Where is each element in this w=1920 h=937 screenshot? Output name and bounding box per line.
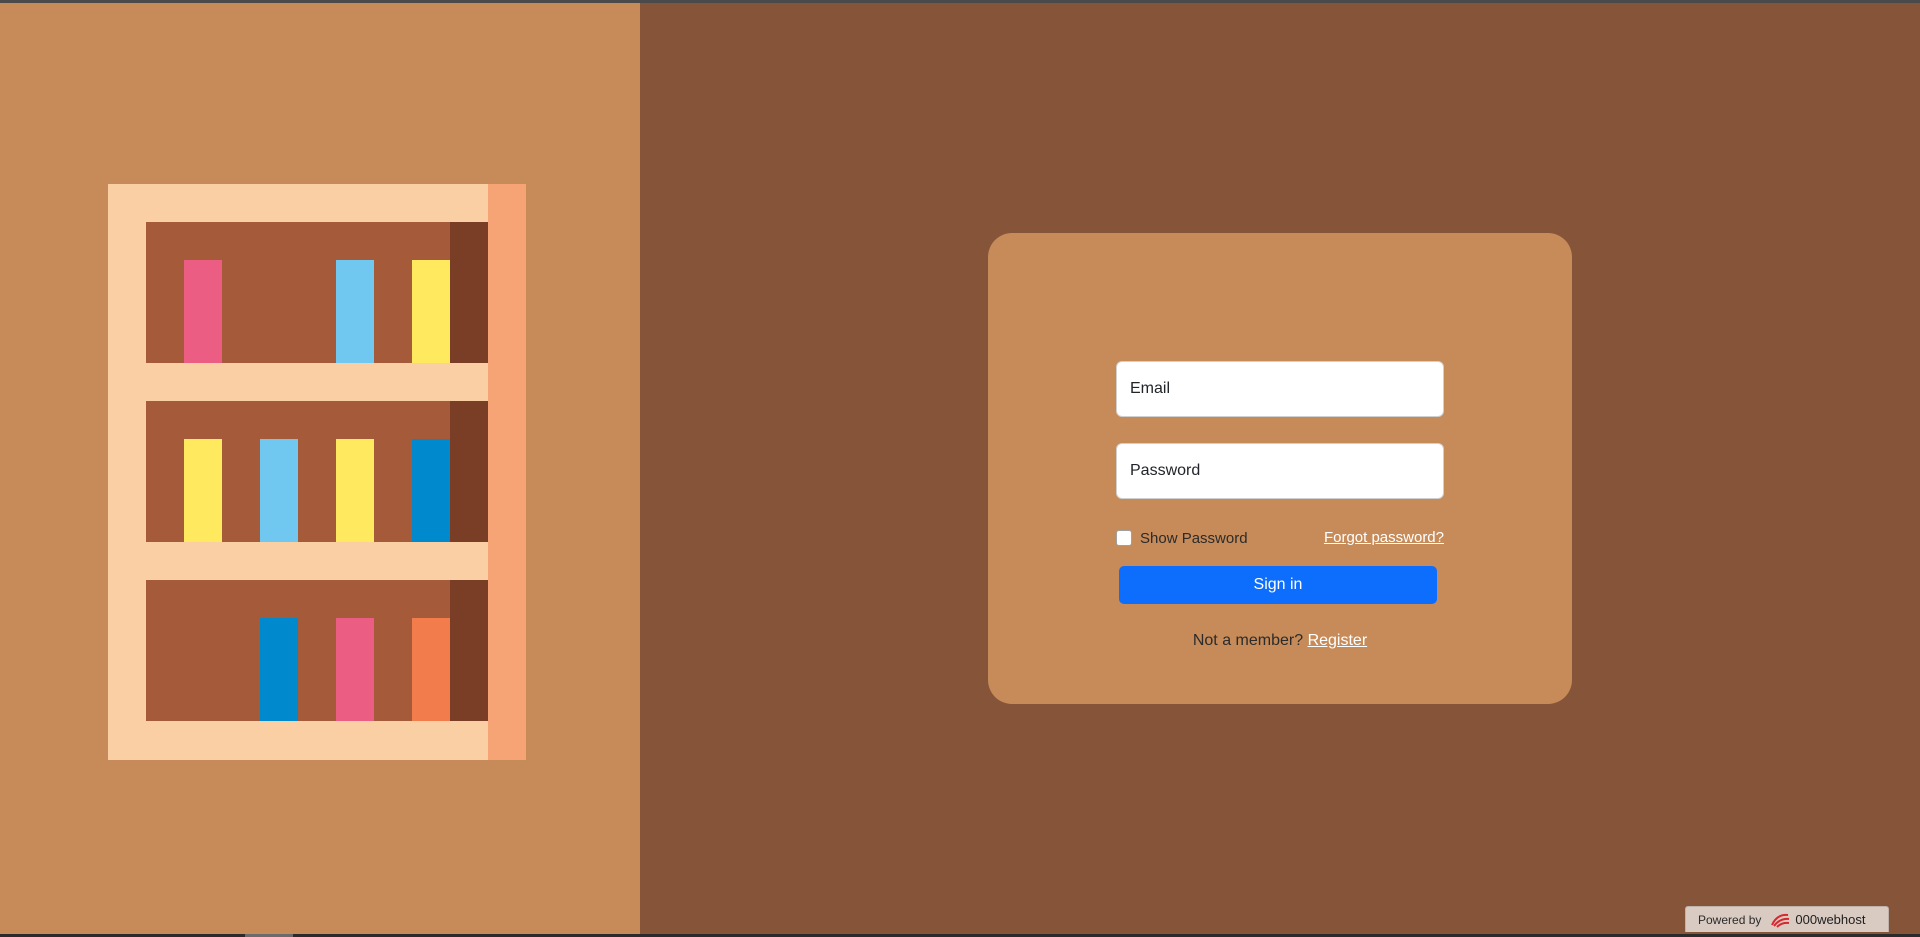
book [260,439,298,542]
book [412,439,450,542]
shelf-back [450,401,488,542]
login-options-row: Show Password Forgot password? [1116,527,1444,549]
show-password-toggle[interactable]: Show Password [1116,527,1248,549]
book [184,439,222,542]
powered-by-text: Powered by [1698,912,1762,927]
forgot-password-link[interactable]: Forgot password? [1324,529,1444,546]
book [336,618,374,721]
book [412,260,450,363]
brand-name: 000webhost [1795,912,1866,927]
register-link[interactable]: Register [1308,632,1368,649]
register-row: Not a member? Register [988,632,1572,650]
shelf-back [450,580,488,721]
show-password-checkbox[interactable] [1116,530,1132,546]
not-member-text: Not a member? [1192,632,1304,649]
shelf-middle [146,401,488,542]
book [184,260,222,363]
email-field[interactable] [1116,361,1444,417]
login-card: Show Password Forgot password? Sign in N… [988,233,1572,704]
sign-in-button[interactable]: Sign in [1119,566,1437,604]
book [336,439,374,542]
show-password-label: Show Password [1140,529,1248,547]
book [260,618,298,721]
page: Show Password Forgot password? Sign in N… [0,0,1920,937]
shelf-top [146,222,488,363]
shelf-back [450,222,488,363]
shelf-bottom [146,580,488,721]
book [412,618,450,721]
bookshelf-icon [108,184,526,760]
password-field[interactable] [1116,443,1444,499]
left-panel [0,3,640,934]
powered-by-badge[interactable]: Powered by 000webhost [1685,906,1889,932]
bookshelf-side [488,184,526,760]
book [336,260,374,363]
000webhost-logo-icon [1769,912,1791,928]
